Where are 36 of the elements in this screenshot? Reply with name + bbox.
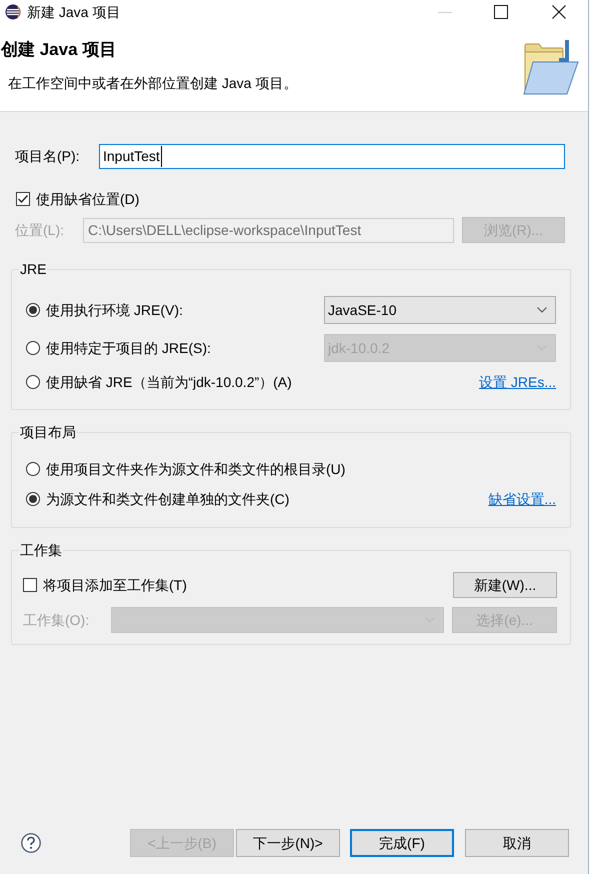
checkbox-label: 将项目添加至工作集(T): [43, 576, 187, 595]
radio-button[interactable]: [26, 462, 40, 476]
link[interactable]: 设置 JREs...: [478, 372, 556, 392]
app-icon: [5, 4, 21, 20]
close-icon[interactable]: [552, 5, 566, 19]
radio-button[interactable]: [26, 341, 40, 355]
radio-button[interactable]: [26, 303, 40, 317]
button[interactable]: 新建(W)...: [453, 572, 557, 598]
checkbox[interactable]: [23, 578, 37, 592]
button[interactable]: 下一步(N)>: [236, 829, 340, 857]
checkbox-label: 使用缺省位置(D): [36, 190, 140, 209]
link[interactable]: 缺省设置...: [488, 488, 556, 510]
group-title: JRE: [19, 260, 48, 279]
button[interactable]: 完成(F): [350, 829, 454, 857]
radio-button[interactable]: [26, 375, 40, 389]
radio-label: 使用缺省 JRE（当前为“jdk-10.0.2”）(A): [46, 372, 292, 392]
page-title: 创建 Java 项目: [0, 39, 118, 61]
maximize-icon[interactable]: [494, 5, 508, 19]
field-label: 工作集(O):: [23, 610, 90, 630]
group-title: 工作集: [19, 541, 63, 560]
field-label: 项目名(P):: [15, 147, 81, 166]
page-description: 在工作空间中或者在外部位置创建 Java 项目。: [7, 74, 298, 93]
radio-label: 使用项目文件夹作为源文件和类文件的根目录(U): [46, 460, 346, 479]
help-icon[interactable]: [21, 833, 41, 853]
chevron-down-icon: [537, 307, 547, 313]
radio-label: 为源文件和类文件创建单独的文件夹(C): [46, 490, 290, 509]
button[interactable]: 取消: [465, 829, 569, 857]
checkbox[interactable]: [16, 192, 30, 206]
text-field[interactable]: InputTest: [99, 144, 565, 169]
dropdown[interactable]: JavaSE-10: [324, 296, 556, 324]
radio-label: 使用特定于项目的 JRE(S):: [46, 338, 211, 358]
radio-button[interactable]: [26, 492, 40, 506]
radio-label: 使用执行环境 JRE(V):: [46, 300, 183, 320]
group-title: 项目布局: [19, 423, 77, 442]
field-label: 位置(L):: [15, 220, 65, 240]
window-title: 新建 Java 项目: [27, 2, 120, 22]
